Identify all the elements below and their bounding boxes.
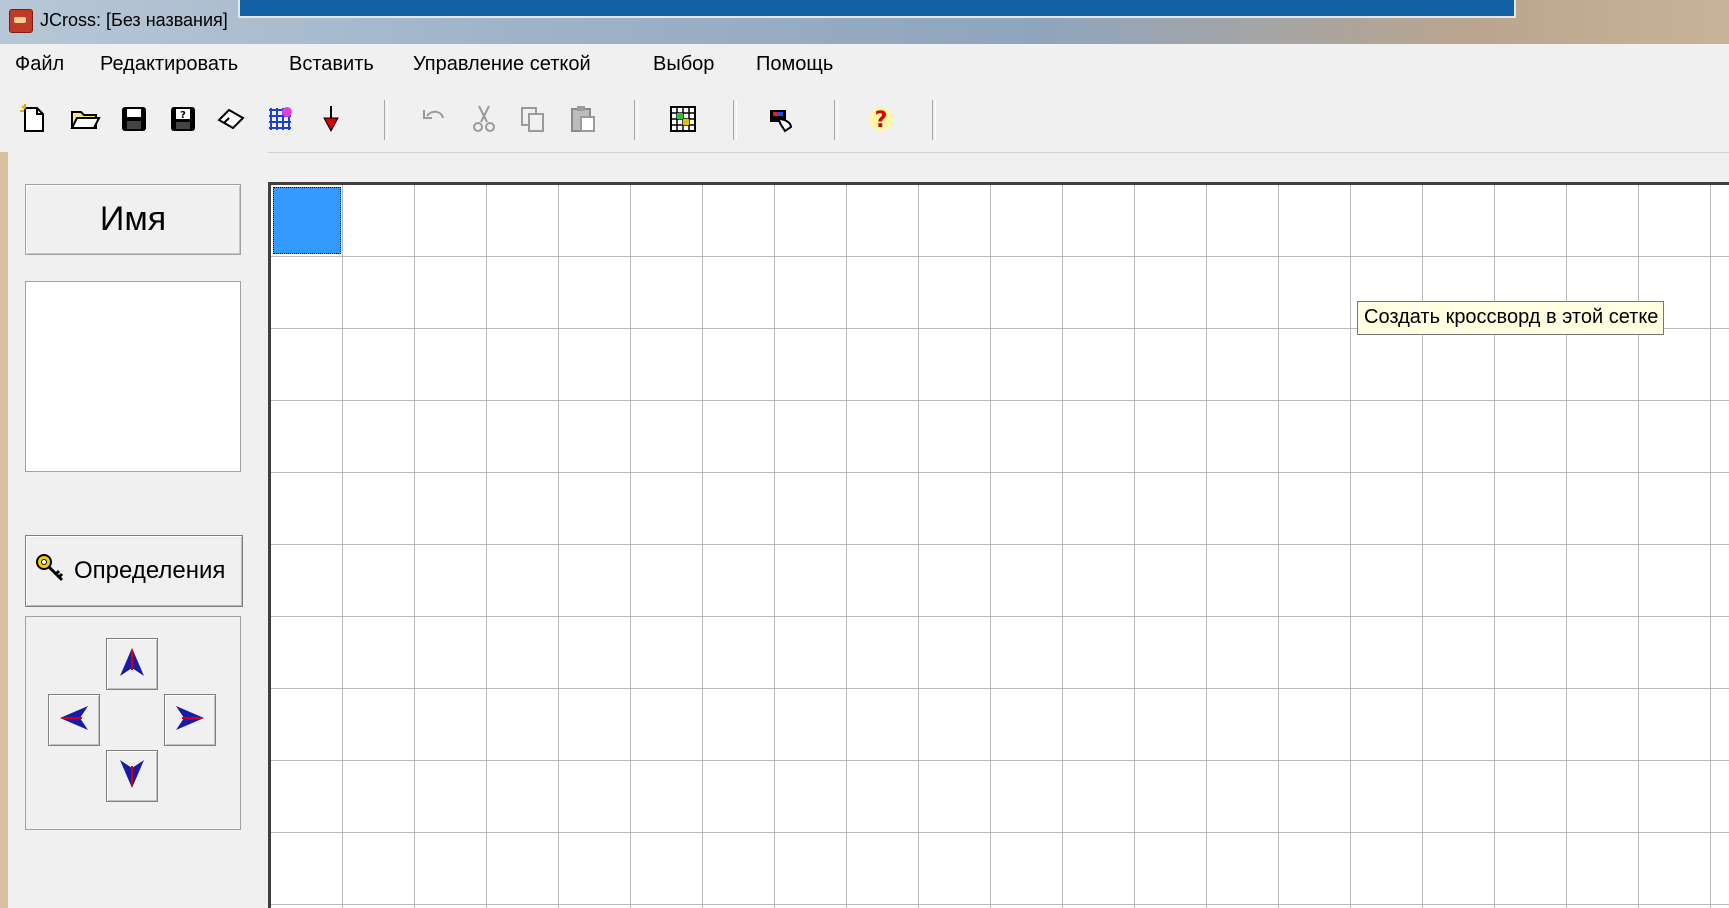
key-icon (32, 550, 68, 593)
name-input[interactable] (25, 281, 241, 472)
help-icon[interactable]: ? (864, 102, 898, 136)
toolbar-separator (932, 100, 936, 140)
menu-edit[interactable]: Редактировать (100, 53, 238, 76)
window-title: JCross: [Без названия] (40, 10, 228, 30)
arrow-right-button[interactable] (164, 694, 216, 746)
toolbar-separator (733, 100, 737, 140)
arrow-up-button[interactable] (106, 638, 158, 690)
svg-text:?: ? (180, 110, 186, 121)
toolbar-separator (834, 100, 838, 140)
overlapping-window-strip (238, 0, 1516, 18)
navigation-panel (25, 616, 241, 830)
copy-icon[interactable] (516, 102, 550, 136)
svg-text:?: ? (875, 108, 888, 133)
definitions-button[interactable]: Определения (25, 535, 243, 607)
desktop-edge (0, 152, 8, 908)
menu-grid-control[interactable]: Управление сеткой (413, 53, 591, 76)
config-icon[interactable] (765, 102, 799, 136)
crossword-grid[interactable] (268, 182, 1729, 908)
eraser-icon[interactable] (215, 102, 249, 136)
menu-help[interactable]: Помощь (756, 53, 833, 76)
toolbar-separator (634, 100, 638, 140)
save-as-icon[interactable]: ? (166, 102, 200, 136)
menu-insert[interactable]: Вставить (289, 53, 374, 76)
cut-icon[interactable] (467, 102, 501, 136)
down-arrow-icon[interactable] (314, 102, 348, 136)
arrow-down-icon (115, 757, 149, 796)
app-logo-icon (9, 9, 33, 33)
menu-select[interactable]: Выбор (653, 53, 714, 76)
arrow-left-button[interactable] (48, 694, 100, 746)
new-file-icon[interactable] (16, 102, 50, 136)
toolbar-separator (384, 100, 388, 140)
name-button[interactable]: Имя (25, 184, 241, 255)
arrow-right-icon (173, 701, 207, 740)
arrow-down-button[interactable] (106, 750, 158, 802)
selected-grid-cell[interactable] (273, 187, 341, 254)
open-folder-icon[interactable] (68, 102, 102, 136)
arrow-left-icon (57, 701, 91, 740)
toolbar-tooltip: Создать кроссворд в этой сетке (1357, 301, 1665, 335)
undo-icon[interactable] (418, 102, 452, 136)
app-window: JCross: [Без названия] Файл Редактироват… (0, 0, 1729, 908)
create-grid-icon[interactable] (263, 102, 297, 136)
paste-icon[interactable] (566, 102, 600, 136)
definitions-label: Определения (74, 557, 226, 584)
save-icon[interactable] (117, 102, 151, 136)
menu-bar: Файл Редактировать Вставить Управление с… (0, 44, 1729, 88)
menu-file[interactable]: Файл (15, 53, 64, 76)
arrow-up-icon (115, 645, 149, 684)
toolbar: ? ? (0, 88, 1729, 153)
make-crossword-icon[interactable] (666, 102, 700, 136)
